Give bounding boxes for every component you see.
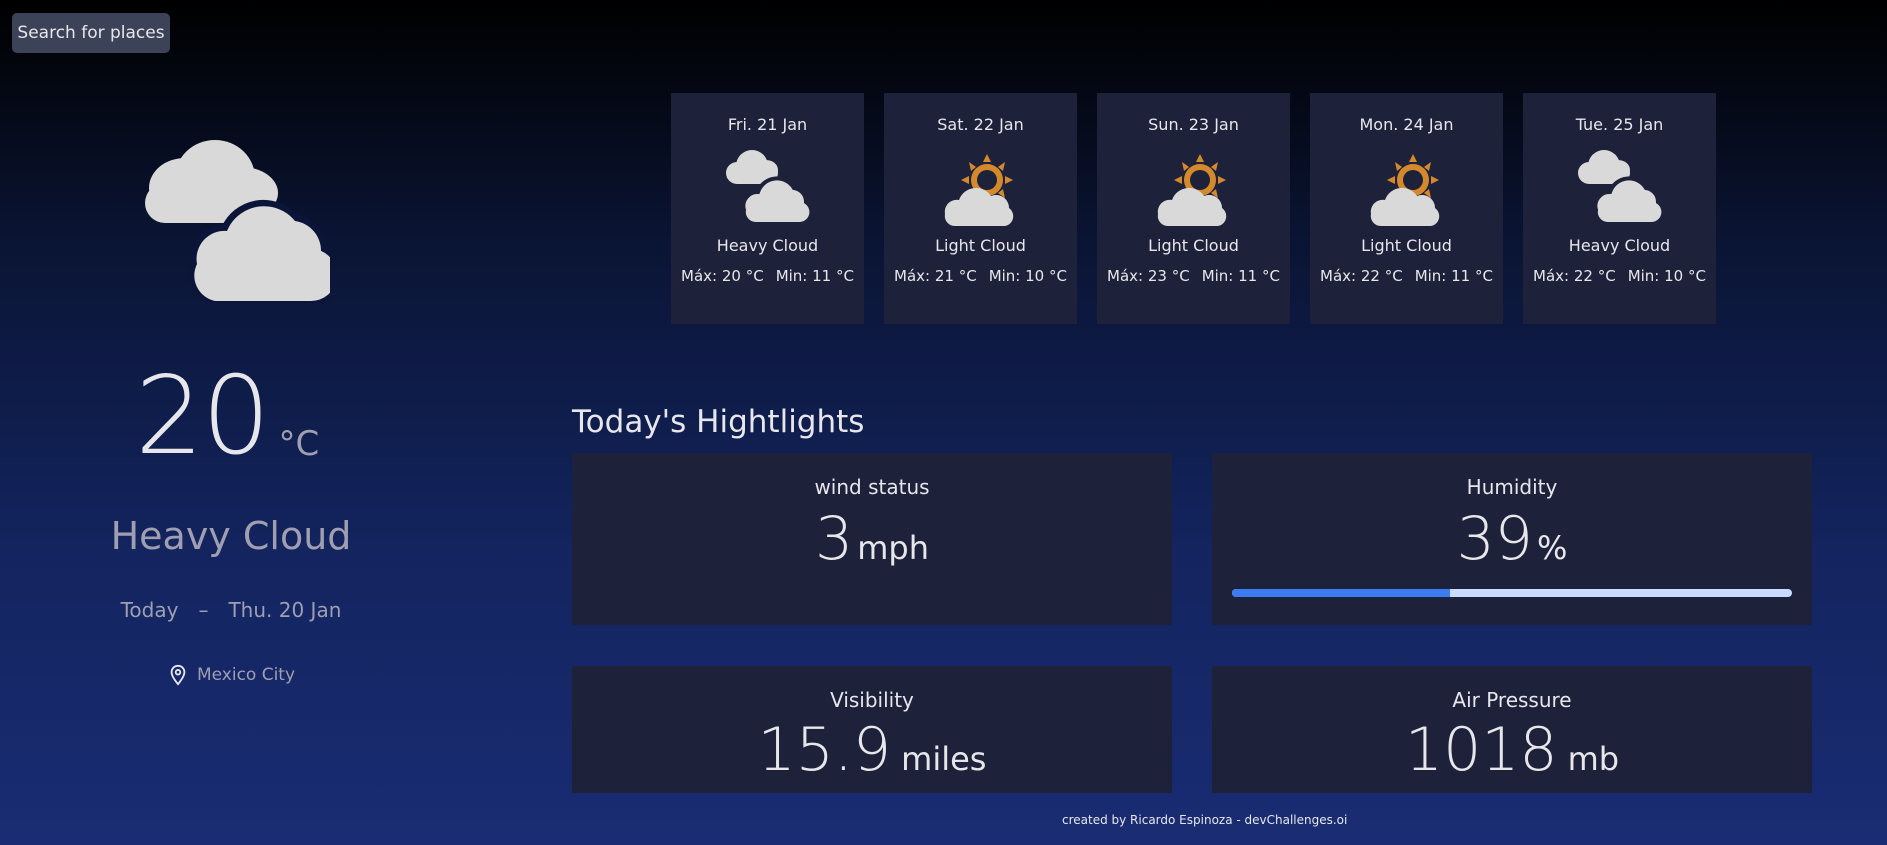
visibility-card: Visibility 15.9 miles (572, 666, 1172, 793)
wind-status-label: wind status (814, 475, 930, 499)
humidity-progress-fill (1232, 589, 1451, 597)
forecast-card: Fri. 21 Jan Heavy Cloud Máx: 20 °C Min: 1… (671, 93, 864, 324)
forecast-list: Fri. 21 Jan Heavy Cloud Máx: 20 °C Min: 1… (671, 93, 1716, 324)
forecast-card: Sat. 22 Jan Light Cloud Máx: 21 °C Min: 1… (884, 93, 1077, 324)
wind-status-card: wind status 3 mph (572, 453, 1172, 625)
temperature-unit: °C (278, 424, 320, 464)
air-pressure-unit: mb (1567, 740, 1620, 778)
forecast-condition: Heavy Cloud (1568, 236, 1671, 255)
forecast-card: Tue. 25 Jan Heavy Cloud Máx: 22 °C Min: 1… (1523, 93, 1716, 324)
forecast-day: Sat. 22 Jan (937, 115, 1024, 134)
forecast-condition: Heavy Cloud (716, 236, 819, 255)
forecast-max: Máx: 22 °C (1320, 267, 1403, 285)
forecast-card: Mon. 24 Jan Light Cloud Máx: 22 °C Min: 1… (1310, 93, 1503, 324)
heavy-cloud-icon (1577, 150, 1662, 226)
location: Mexico City (0, 664, 462, 686)
forecast-day: Mon. 24 Jan (1359, 115, 1454, 134)
forecast-day: Sun. 23 Jan (1148, 115, 1239, 134)
light-cloud-icon (944, 154, 1013, 226)
humidity-unit: % (1536, 529, 1568, 567)
humidity-value: 39 (1456, 504, 1533, 574)
footer-credit: created by Ricardo Espinoza - devChallen… (1062, 813, 1348, 827)
heavy-cloud-icon (145, 140, 330, 303)
forecast-max: Máx: 22 °C (1533, 267, 1616, 285)
visibility-value: 15.9 (757, 715, 892, 785)
wind-status-unit: mph (857, 529, 929, 567)
forecast-min: Min: 10 °C (1627, 267, 1706, 285)
forecast-min: Min: 11 °C (775, 267, 854, 285)
humidity-label: Humidity (1466, 475, 1558, 499)
search-places-button[interactable]: Search for places (12, 13, 170, 53)
forecast-day: Tue. 25 Jan (1575, 115, 1664, 134)
current-temperature: 20 °C (135, 362, 319, 472)
air-pressure-label: Air Pressure (1452, 688, 1572, 712)
visibility-label: Visibility (830, 688, 914, 712)
today-label: Today (120, 598, 179, 622)
heavy-cloud-icon (725, 150, 810, 226)
light-cloud-icon (1370, 154, 1439, 226)
location-name: Mexico City (196, 665, 296, 685)
visibility-unit: miles (901, 740, 987, 778)
forecast-condition: Light Cloud (935, 236, 1026, 255)
forecast-condition: Light Cloud (1148, 236, 1239, 255)
forecast-condition: Light Cloud (1361, 236, 1452, 255)
temperature-value: 20 (135, 354, 270, 479)
location-pin-icon (170, 664, 186, 686)
forecast-day: Fri. 21 Jan (727, 115, 808, 134)
forecast-card: Sun. 23 Jan Light Cloud Máx: 23 °C Min: 1… (1097, 93, 1290, 324)
forecast-min: Min: 11 °C (1201, 267, 1280, 285)
forecast-max: Máx: 21 °C (894, 267, 977, 285)
wind-status-value: 3 (815, 504, 854, 574)
highlights-title: Today's Hightlights (572, 404, 865, 440)
forecast-min: Min: 11 °C (1414, 267, 1493, 285)
humidity-progress-bar (1232, 589, 1792, 597)
forecast-max: Máx: 20 °C (681, 267, 764, 285)
light-cloud-icon (1157, 154, 1226, 226)
date-row: Today – Thu. 20 Jan (0, 598, 462, 622)
air-pressure-value: 1018 (1404, 715, 1558, 785)
current-condition: Heavy Cloud (110, 514, 352, 558)
forecast-max: Máx: 23 °C (1107, 267, 1190, 285)
air-pressure-card: Air Pressure 1018 mb (1212, 666, 1812, 793)
humidity-card: Humidity 39 % (1212, 453, 1812, 625)
date-separator: – (198, 598, 209, 622)
current-date: Thu. 20 Jan (228, 598, 342, 622)
forecast-min: Min: 10 °C (988, 267, 1067, 285)
